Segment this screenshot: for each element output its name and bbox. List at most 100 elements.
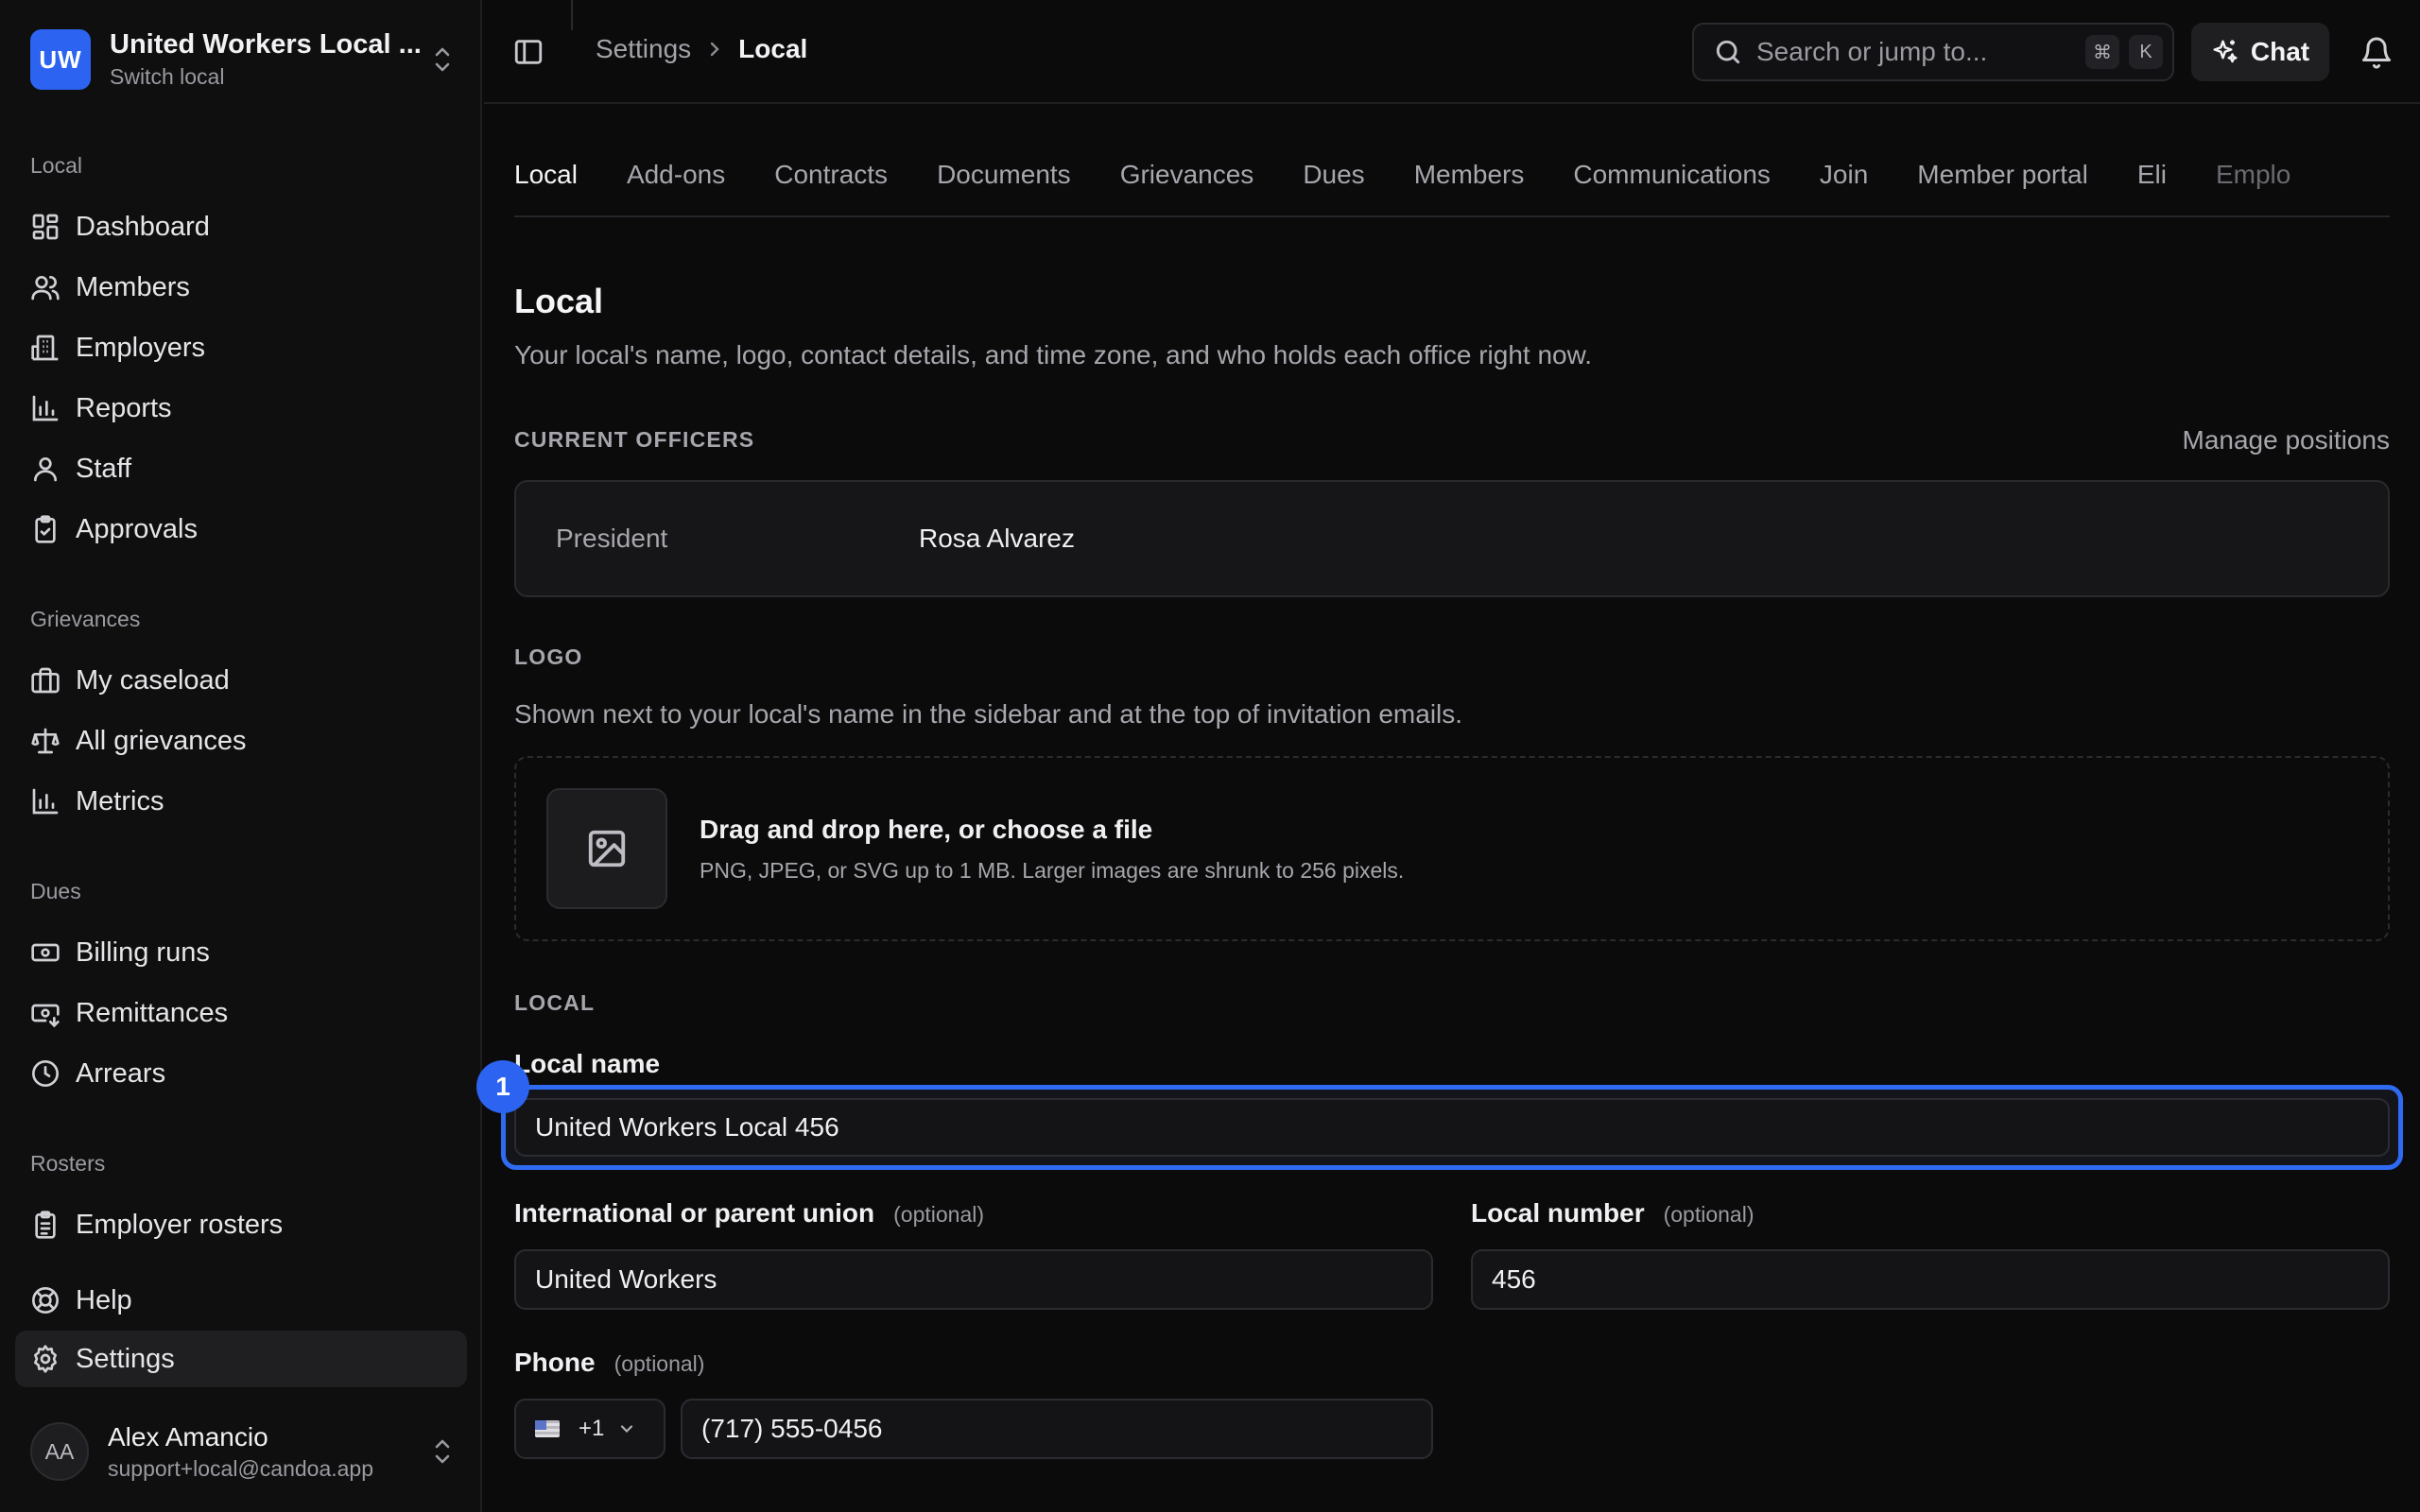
org-switcher[interactable]: UW United Workers Local ... Switch local [30, 28, 456, 91]
briefcase-icon [31, 667, 60, 694]
search-icon [1716, 40, 1740, 64]
sidebar-item-label: My caseload [76, 664, 230, 696]
tab-add-ons[interactable]: Add-ons [627, 142, 725, 215]
chevron-right-icon [708, 39, 721, 60]
local-name-value: United Workers Local 456 [535, 1112, 839, 1142]
gear-icon [34, 1345, 57, 1373]
sidebar-item-help[interactable]: Help [15, 1272, 467, 1329]
nav-section-grievances: Grievances [30, 607, 141, 631]
country-code-select[interactable]: +1 [514, 1399, 666, 1459]
sidebar-item-label: Approvals [76, 513, 198, 544]
kbd-cmd: ⌘ [2085, 35, 2119, 69]
section-logo: LOGO [514, 644, 583, 669]
sidebar-item-label: Dashboard [76, 211, 210, 242]
avatar: AA [30, 1422, 89, 1481]
logo-description: Shown next to your local's name in the s… [514, 699, 1463, 729]
sidebar-item-arrears[interactable]: Arrears [15, 1045, 467, 1102]
tab-contracts[interactable]: Contracts [774, 142, 888, 215]
sidebar-item-settings[interactable]: Settings [15, 1331, 467, 1387]
phone-input[interactable]: (717) 555-0456 [681, 1399, 1433, 1459]
topbar: Settings Local Search or jump to... ⌘ K … [484, 0, 2420, 104]
sidebar-item-label: Help [76, 1284, 132, 1315]
user-name: Alex Amancio [108, 1421, 268, 1452]
bar-chart-icon [32, 788, 59, 815]
local-number-label: Local number (optional) [1471, 1198, 1754, 1228]
scale-icon [31, 728, 60, 754]
sidebar-toggle-icon[interactable] [512, 36, 544, 68]
org-name: United Workers Local ... [110, 29, 422, 60]
dropzone-title: Drag and drop here, or choose a file [700, 814, 1153, 844]
divider [571, 0, 573, 30]
sidebar: UW United Workers Local ... Switch local… [0, 0, 482, 1512]
sidebar-item-billing-runs[interactable]: Billing runs [15, 924, 467, 981]
sidebar-item-label: Members [76, 271, 190, 302]
sidebar-item-approvals[interactable]: Approvals [15, 501, 467, 558]
clipboard-check-icon [35, 515, 56, 543]
officer-name: Rosa Alvarez [919, 524, 1075, 553]
logo-dropzone[interactable]: Drag and drop here, or choose a file PNG… [514, 756, 2390, 941]
section-current-officers: CURRENT OFFICERS [514, 427, 755, 452]
dashboard-icon [32, 214, 59, 240]
sidebar-item-label: Employer rosters [76, 1209, 284, 1240]
tab-documents[interactable]: Documents [937, 142, 1071, 215]
sidebar-item-label: Settings [76, 1343, 175, 1374]
search-placeholder: Search or jump to... [1756, 37, 1988, 66]
parent-union-input[interactable]: United Workers [514, 1249, 1433, 1310]
tab-members[interactable]: Members [1414, 142, 1525, 215]
section-local: LOCAL [514, 990, 596, 1015]
clipboard-list-icon [35, 1211, 56, 1239]
tab-local[interactable]: Local [514, 142, 578, 215]
tab-member-portal[interactable]: Member portal [1917, 142, 2088, 215]
bell-icon[interactable] [2360, 36, 2394, 70]
parent-union-label: International or parent union (optional) [514, 1198, 985, 1228]
local-number-input[interactable]: 456 [1471, 1249, 2390, 1310]
dropzone-hint: PNG, JPEG, or SVG up to 1 MB. Larger ima… [700, 857, 1405, 883]
banknote-icon [31, 943, 60, 962]
sidebar-item-dashboard[interactable]: Dashboard [15, 198, 467, 255]
tab-eli[interactable]: Eli [2137, 142, 2167, 215]
sidebar-item-label: All grievances [76, 725, 247, 756]
sidebar-item-staff[interactable]: Staff [15, 440, 467, 497]
lifebuoy-icon [32, 1287, 59, 1314]
clock-icon [32, 1060, 59, 1087]
search-input[interactable]: Search or jump to... ⌘ K [1692, 23, 2174, 81]
chevron-down-icon [621, 1425, 633, 1434]
officers-card: President Rosa Alvarez [514, 480, 2390, 597]
sidebar-item-label: Remittances [76, 997, 229, 1028]
sidebar-item-employer-rosters[interactable]: Employer rosters [15, 1196, 467, 1253]
org-avatar: UW [30, 29, 91, 90]
sidebar-item-all-grievances[interactable]: All grievances [15, 713, 467, 769]
manage-positions-link[interactable]: Manage positions [2183, 425, 2390, 455]
breadcrumb-current: Local [738, 34, 808, 63]
users-icon [31, 276, 60, 301]
us-flag-icon [535, 1420, 560, 1437]
chat-button[interactable]: Chat [2191, 23, 2329, 81]
bar-chart-icon [32, 395, 59, 421]
banknote-arrow-icon [31, 1004, 60, 1028]
phone-label: Phone (optional) [514, 1348, 705, 1377]
tab-join[interactable]: Join [1820, 142, 1868, 215]
settings-tabs: Local Add-ons Contracts Documents Grievances… [514, 142, 2390, 217]
tab-communications[interactable]: Communications [1573, 142, 1771, 215]
sidebar-item-employers[interactable]: Employers [15, 319, 467, 376]
nav-section-rosters: Rosters [30, 1151, 106, 1176]
local-name-input[interactable]: United Workers Local 456 [514, 1098, 2390, 1157]
sidebar-item-remittances[interactable]: Remittances [15, 985, 467, 1041]
sidebar-item-metrics[interactable]: Metrics [15, 773, 467, 830]
sidebar-item-label: Billing runs [76, 936, 210, 968]
sidebar-item-members[interactable]: Members [15, 259, 467, 316]
tab-employers[interactable]: Emplo [2216, 142, 2290, 215]
chevron-updown-icon [429, 41, 456, 78]
image-icon [546, 788, 667, 909]
nav-section-dues: Dues [30, 879, 81, 903]
sidebar-item-my-caseload[interactable]: My caseload [15, 652, 467, 709]
sidebar-item-label: Arrears [76, 1057, 166, 1089]
breadcrumb: Settings Local [596, 34, 807, 64]
sidebar-item-reports[interactable]: Reports [15, 380, 467, 437]
breadcrumb-settings[interactable]: Settings [596, 34, 691, 64]
annotation-badge: 1 [476, 1060, 529, 1113]
tab-dues[interactable]: Dues [1303, 142, 1364, 215]
tab-grievances[interactable]: Grievances [1120, 142, 1254, 215]
sidebar-item-label: Metrics [76, 785, 164, 816]
user-menu[interactable]: AA Alex Amancio support+local@candoa.app [30, 1416, 456, 1487]
